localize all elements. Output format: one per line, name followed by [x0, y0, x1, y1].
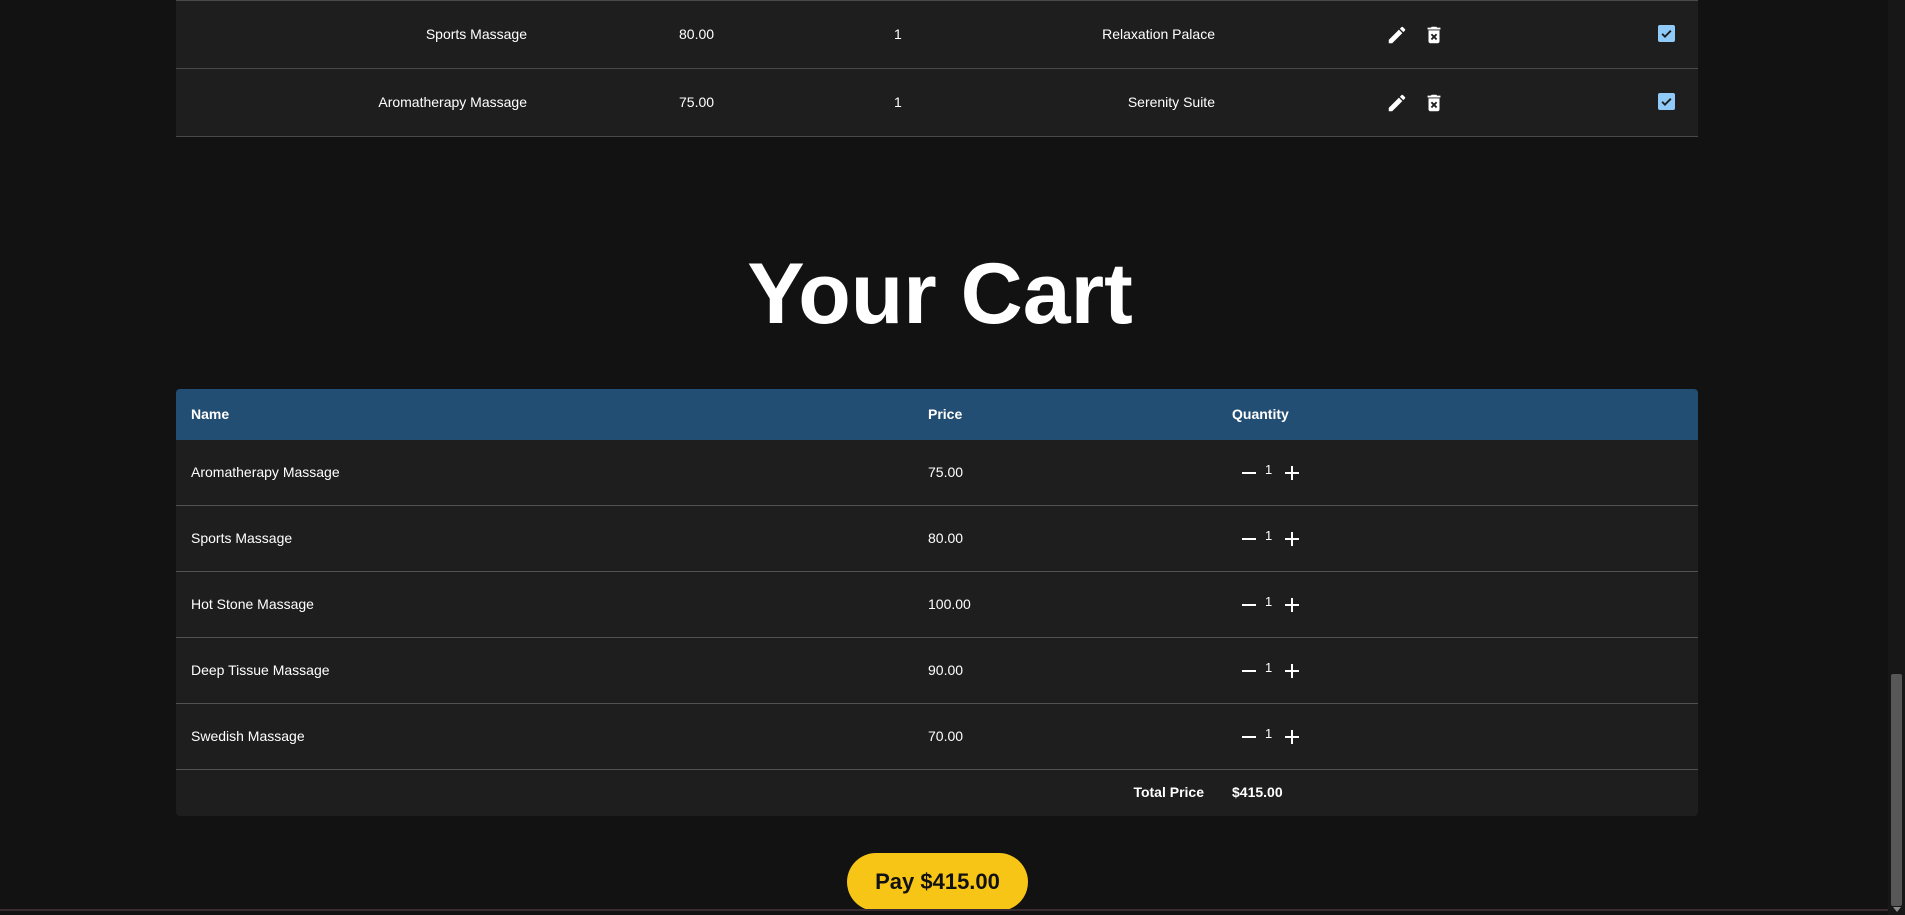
total-row: Total Price $415.00	[176, 769, 1698, 816]
service-name: Sports Massage	[425, 26, 527, 42]
item-price: 100.00	[928, 596, 971, 612]
item-price: 70.00	[928, 728, 964, 744]
total-label: Total Price	[1133, 784, 1204, 800]
minus-icon[interactable]	[1237, 461, 1261, 485]
table-row: Hot Stone Massage 100.00 1	[176, 572, 1698, 638]
service-quantity: 1	[894, 26, 902, 42]
service-location: Serenity Suite	[1127, 94, 1215, 110]
table-row: Sports Massage 80.00 1	[176, 506, 1698, 572]
service-quantity: 1	[894, 94, 902, 110]
table-row: Swedish Massage 70.00 1	[176, 704, 1698, 770]
edit-icon[interactable]	[1386, 92, 1408, 114]
item-price: 90.00	[928, 662, 964, 678]
minus-icon[interactable]	[1237, 527, 1261, 551]
minus-icon[interactable]	[1237, 659, 1261, 683]
services-table: Sports Massage 80.00 1 Relaxation Palace…	[176, 0, 1698, 137]
service-name: Aromatherapy Massage	[378, 94, 527, 110]
item-quantity: 1	[1265, 660, 1273, 675]
service-price: 75.00	[679, 94, 715, 110]
plus-icon[interactable]	[1280, 461, 1304, 485]
total-value: $415.00	[1232, 784, 1283, 800]
checkbox-checked-icon[interactable]	[1658, 25, 1675, 42]
minus-icon[interactable]	[1237, 593, 1261, 617]
table-row: Sports Massage 80.00 1 Relaxation Palace	[176, 1, 1698, 69]
table-row: Deep Tissue Massage 90.00 1	[176, 638, 1698, 704]
service-location: Relaxation Palace	[1102, 26, 1215, 42]
column-header-price: Price	[928, 406, 963, 422]
service-price: 80.00	[679, 26, 715, 42]
item-name: Swedish Massage	[191, 728, 305, 744]
scroll-down-arrow-icon[interactable]	[1893, 907, 1901, 912]
table-row: Aromatherapy Massage 75.00 1	[176, 440, 1698, 506]
item-quantity: 1	[1265, 726, 1273, 741]
plus-icon[interactable]	[1280, 593, 1304, 617]
item-name: Aromatherapy Massage	[191, 464, 340, 480]
column-header-name: Name	[191, 406, 230, 422]
plus-icon[interactable]	[1280, 659, 1304, 683]
table-header: Name Price Quantity	[176, 389, 1698, 440]
item-price: 75.00	[928, 464, 964, 480]
divider	[0, 909, 1888, 911]
checkbox-checked-icon[interactable]	[1658, 93, 1675, 110]
plus-icon[interactable]	[1280, 725, 1304, 749]
column-header-quantity: Quantity	[1232, 406, 1289, 422]
trash-icon[interactable]	[1423, 92, 1445, 114]
cart-table: Name Price Quantity Aromatherapy Massage…	[176, 389, 1698, 816]
edit-icon[interactable]	[1386, 24, 1408, 46]
item-name: Hot Stone Massage	[191, 596, 314, 612]
plus-icon[interactable]	[1280, 527, 1304, 551]
page-title: Your Cart	[747, 246, 1133, 342]
scrollbar-thumb[interactable]	[1891, 674, 1902, 906]
pay-button[interactable]: Pay $415.00	[847, 853, 1028, 911]
item-quantity: 1	[1265, 528, 1273, 543]
minus-icon[interactable]	[1237, 725, 1261, 749]
item-price: 80.00	[928, 530, 964, 546]
item-name: Deep Tissue Massage	[191, 662, 330, 678]
item-quantity: 1	[1265, 462, 1273, 477]
table-row: Aromatherapy Massage 75.00 1 Serenity Su…	[176, 69, 1698, 137]
item-quantity: 1	[1265, 594, 1273, 609]
scrollbar[interactable]	[1888, 0, 1905, 915]
trash-icon[interactable]	[1423, 24, 1445, 46]
item-name: Sports Massage	[191, 530, 293, 546]
